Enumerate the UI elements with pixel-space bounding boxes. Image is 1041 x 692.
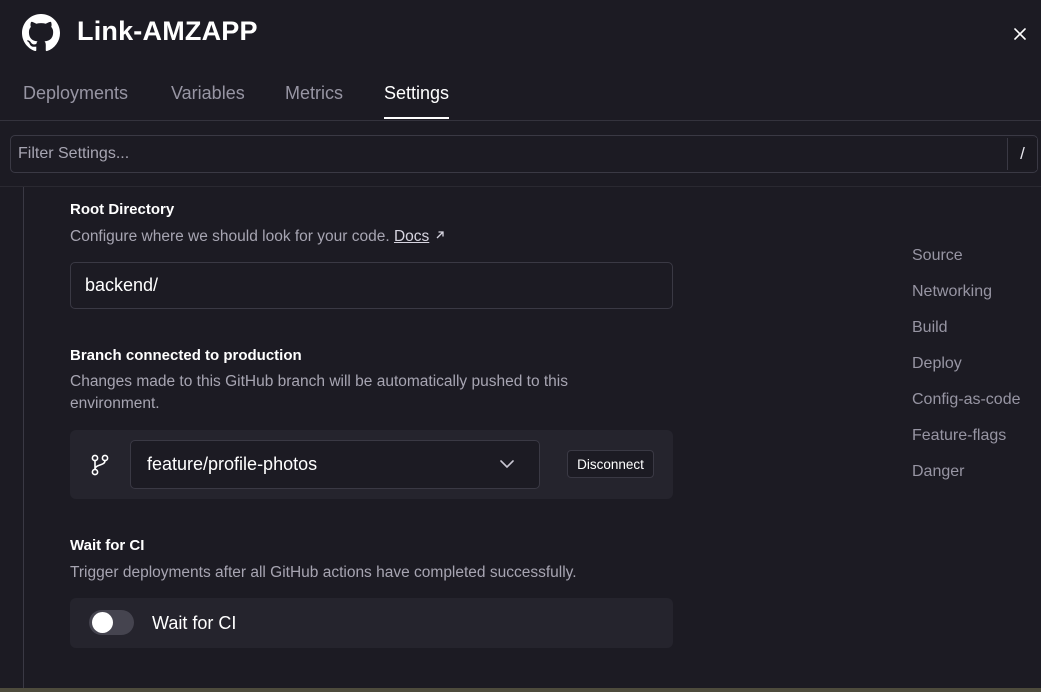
filter-settings: / xyxy=(10,135,1038,173)
side-nav-deploy[interactable]: Deploy xyxy=(912,355,962,373)
root-directory-input[interactable] xyxy=(71,263,672,308)
branch-title: Branch connected to production xyxy=(70,347,302,364)
left-rail xyxy=(23,187,24,692)
side-nav-feature-flags[interactable]: Feature-flags xyxy=(912,427,1006,445)
tab-metrics[interactable]: Metrics xyxy=(285,83,343,117)
docs-link[interactable]: Docs xyxy=(394,228,429,245)
root-directory-description-text: Configure where we should look for your … xyxy=(70,228,390,245)
github-icon xyxy=(22,14,60,52)
filter-settings-input[interactable] xyxy=(11,136,1001,172)
root-directory-description: Configure where we should look for your … xyxy=(70,226,445,248)
close-icon xyxy=(1014,28,1026,40)
project-title: Link-AMZAPP xyxy=(77,16,258,46)
chevron-down-icon xyxy=(500,460,514,469)
external-link-icon xyxy=(436,231,444,239)
tab-settings[interactable]: Settings xyxy=(384,83,450,119)
side-nav-config-as-code[interactable]: Config-as-code xyxy=(912,391,1021,409)
side-nav-danger[interactable]: Danger xyxy=(912,463,964,481)
root-directory-field xyxy=(70,262,673,309)
close-button[interactable] xyxy=(1008,22,1032,46)
tab-bar: Deployments Variables Metrics Settings xyxy=(0,70,1041,121)
side-nav-source[interactable]: Source xyxy=(912,247,963,265)
wait-for-ci-toggle[interactable] xyxy=(89,610,134,635)
tab-variables[interactable]: Variables xyxy=(171,83,245,117)
branch-select-value: feature/profile-photos xyxy=(147,454,318,474)
branch-panel: feature/profile-photos Disconnect xyxy=(70,430,673,499)
bottom-bar xyxy=(0,688,1041,692)
side-nav-networking[interactable]: Networking xyxy=(912,283,992,301)
branch-description-line1: Changes made to this GitHub branch will … xyxy=(70,373,568,390)
branch-description: Changes made to this GitHub branch will … xyxy=(70,371,568,415)
branch-description-line2: environment. xyxy=(70,395,160,412)
header: Link-AMZAPP Deployments Variables Metric… xyxy=(0,0,1041,121)
toggle-knob xyxy=(92,612,113,633)
root-directory-title: Root Directory xyxy=(70,201,175,218)
tab-deployments[interactable]: Deployments xyxy=(23,83,128,117)
wait-for-ci-panel: Wait for CI xyxy=(70,598,673,648)
shortcut-key: / xyxy=(1007,138,1037,170)
disconnect-button[interactable]: Disconnect xyxy=(567,450,654,478)
branch-select[interactable]: feature/profile-photos xyxy=(130,440,540,489)
wait-for-ci-toggle-label: Wait for CI xyxy=(152,613,237,633)
wait-for-ci-title: Wait for CI xyxy=(70,537,145,554)
git-branch-icon xyxy=(91,454,109,476)
side-nav-build[interactable]: Build xyxy=(912,319,948,337)
wait-for-ci-description: Trigger deployments after all GitHub act… xyxy=(70,564,577,581)
settings-content[interactable]: Root Directory Configure where we should… xyxy=(0,187,1041,692)
